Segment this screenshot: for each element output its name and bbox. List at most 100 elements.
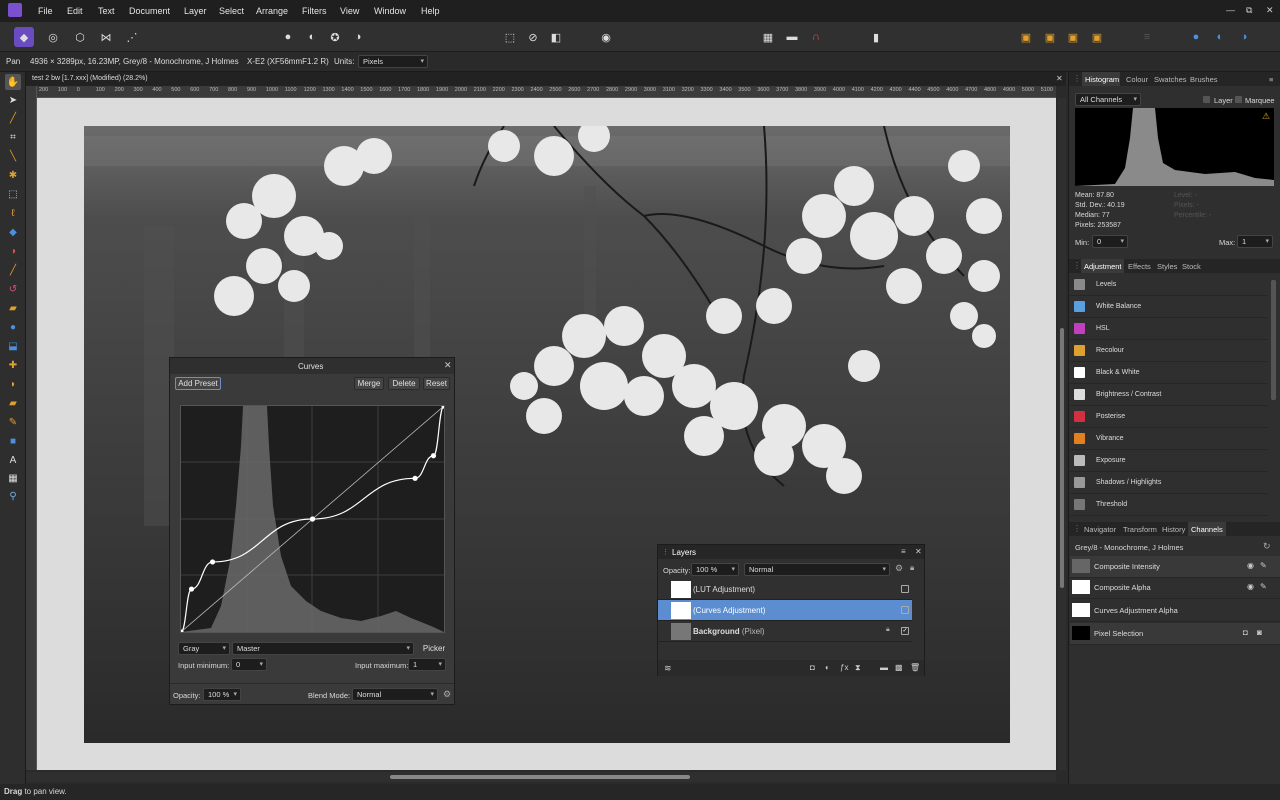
tab-history[interactable]: History <box>1162 525 1185 534</box>
layer-stack-icon[interactable]: ≋ <box>664 663 672 674</box>
tab-transform[interactable]: Transform <box>1123 525 1157 534</box>
adjustment-item-vibrance[interactable]: Vibrance <box>1070 428 1268 450</box>
menu-document[interactable]: Document <box>129 6 170 16</box>
eye-icon[interactable]: ◉ <box>1247 561 1254 570</box>
blemish-tool-icon[interactable]: ◗ <box>5 376 21 392</box>
liquify-persona-icon[interactable]: ◎ <box>43 27 63 47</box>
curves-titlebar[interactable]: Curves ✕ <box>170 358 454 374</box>
healing-tool-icon[interactable]: ✚ <box>5 357 21 373</box>
snapping-magnet-icon[interactable]: ∩ <box>806 27 826 47</box>
deselect-icon[interactable]: ⊘ <box>523 27 543 47</box>
layer-checkbox[interactable] <box>1203 96 1210 103</box>
crop-tool-icon[interactable]: ⌗ <box>5 129 21 145</box>
menu-window[interactable]: Window <box>374 6 406 16</box>
edit-pencil-icon[interactable]: ✎ <box>1260 561 1267 570</box>
channel-type-select[interactable]: Gray <box>178 642 230 655</box>
channel-row-composite-alpha[interactable]: Composite Alpha ◉ ✎ <box>1070 577 1280 599</box>
tab-stock[interactable]: Stock <box>1182 262 1201 271</box>
close-document-button[interactable]: ✕ <box>1056 74 1063 83</box>
menu-arrange[interactable]: Arrange <box>256 6 288 16</box>
dodge-tool-icon[interactable]: ● <box>5 319 21 335</box>
channel-row-curves-alpha[interactable]: Curves Adjustment Alpha <box>1070 600 1280 622</box>
vertical-scroll-thumb[interactable] <box>1060 328 1064 588</box>
layers-titlebar[interactable]: ⋮ Layers ≡ ✕ <box>658 545 924 559</box>
adjustment-item-recolour[interactable]: Recolour <box>1070 340 1268 362</box>
layer-row-background[interactable]: Background (Pixel) 🔒︎ ✓ <box>658 621 912 642</box>
tab-colour[interactable]: Colour <box>1126 75 1148 84</box>
adjustment-item-white-balance[interactable]: White Balance <box>1070 296 1268 318</box>
picker-button[interactable]: Picker <box>419 642 449 655</box>
gradient-tool-icon[interactable]: ◑ <box>5 243 21 259</box>
paint-brush-tool-icon[interactable]: ╱ <box>5 110 21 126</box>
brush-tool-icon[interactable]: ╱ <box>5 262 21 278</box>
delete-button[interactable]: Delete <box>388 377 420 390</box>
flood-fill-tool-icon[interactable]: ◆ <box>5 224 21 240</box>
arrange-back-icon[interactable]: ▣ <box>1016 27 1036 47</box>
mesh-warp-tool-icon[interactable]: ▦ <box>5 470 21 486</box>
histogram-channel-select[interactable]: All Channels <box>1075 93 1141 106</box>
tab-brushes[interactable]: Brushes <box>1190 75 1218 84</box>
menu-view[interactable]: View <box>340 6 359 16</box>
adjustment-item-brightness-contrast[interactable]: Brightness / Contrast <box>1070 384 1268 406</box>
marquee-checkbox[interactable] <box>1235 96 1242 103</box>
input-max-field[interactable]: 1 <box>408 658 446 671</box>
menu-help[interactable]: Help <box>421 6 440 16</box>
erase-tool-icon[interactable]: ▰ <box>5 300 21 316</box>
menu-select[interactable]: Select <box>219 6 244 16</box>
tab-channels[interactable]: Channels <box>1191 525 1223 534</box>
blend-settings-gear-icon[interactable]: ⚙ <box>443 689 451 700</box>
adjustment-item-exposure[interactable]: Exposure <box>1070 450 1268 472</box>
curves-graph[interactable] <box>178 403 447 635</box>
layer-settings-gear-icon[interactable]: ⚙ <box>895 563 903 574</box>
drag-handle-icon[interactable]: ⋮ <box>1073 74 1081 83</box>
boolean-subtract-icon[interactable]: ◐ <box>1210 27 1230 47</box>
marquee-tool-icon[interactable]: ⬚ <box>5 186 21 202</box>
horizontal-scroll-thumb[interactable] <box>390 775 690 779</box>
layer-row-curves[interactable]: (Curves Adjustment) <box>658 600 912 621</box>
tab-navigator[interactable]: Navigator <box>1084 525 1116 534</box>
channel-row-pixel-selection[interactable]: Pixel Selection ◘ ◙ <box>1070 623 1280 645</box>
menu-layer[interactable]: Layer <box>184 6 207 16</box>
horizontal-scrollbar[interactable] <box>26 772 1056 782</box>
layers-blend-select[interactable]: Normal <box>744 563 890 576</box>
delete-layer-icon[interactable]: 🗑︎ <box>910 663 920 672</box>
eyedropper-mode-icon[interactable]: ▮ <box>866 27 886 47</box>
adjustment-item-shadows-highlights[interactable]: Shadows / Highlights <box>1070 472 1268 494</box>
document-tab[interactable]: test 2 bw [1.7.xxx] (Modified) (28.2%) ✕ <box>26 72 1066 86</box>
text-tool-icon[interactable]: A <box>5 452 21 468</box>
curve-control-point[interactable] <box>209 559 216 565</box>
invert-selection-icon[interactable]: ◧ <box>546 27 566 47</box>
units-select[interactable]: Pixels <box>358 55 428 68</box>
red-eye-tool-icon[interactable]: ▰ <box>5 395 21 411</box>
tone-mapping-persona-icon[interactable]: ⋈ <box>96 27 116 47</box>
vertical-scrollbar[interactable] <box>1058 98 1066 770</box>
curve-control-point[interactable] <box>309 516 316 522</box>
layer-visibility-checkbox[interactable]: ✓ <box>901 627 909 635</box>
mask-icon[interactable]: ◘ <box>1243 628 1248 637</box>
max-field[interactable]: 1 <box>1237 235 1273 248</box>
tab-histogram[interactable]: Histogram <box>1085 75 1119 84</box>
tab-adjustment[interactable]: Adjustment <box>1084 262 1122 271</box>
channel-select[interactable]: Master <box>232 642 414 655</box>
photo-persona-icon[interactable]: ◆ <box>14 27 34 47</box>
auto-white-balance-icon[interactable]: ◑ <box>348 27 368 47</box>
tab-effects[interactable]: Effects <box>1128 262 1151 271</box>
adjustment-layer-icon[interactable]: ◐ <box>825 663 830 672</box>
curves-close-button[interactable]: ✕ <box>444 360 452 371</box>
tab-swatches[interactable]: Swatches <box>1154 75 1187 84</box>
panel-menu-icon[interactable]: ≡ <box>1269 75 1273 84</box>
blend-mode-select[interactable]: Normal <box>352 688 438 701</box>
align-icon[interactable]: ≡ <box>1137 27 1157 47</box>
auto-colors-icon[interactable]: ✪ <box>325 27 345 47</box>
arrange-forward-icon[interactable]: ▣ <box>1063 27 1083 47</box>
auto-levels-icon[interactable]: ● <box>278 27 298 47</box>
curve-control-point[interactable] <box>412 475 418 481</box>
curves-opacity-field[interactable]: 100 % <box>203 688 241 701</box>
boolean-add-icon[interactable]: ● <box>1186 27 1206 47</box>
snapping-grid-icon[interactable]: ▦ <box>758 27 778 47</box>
adjustment-scrollbar[interactable] <box>1271 280 1276 400</box>
rectangle-tool-icon[interactable]: ■ <box>5 433 21 449</box>
group-layers-icon[interactable]: ▬ <box>880 663 888 672</box>
layer-visibility-checkbox[interactable] <box>901 606 909 614</box>
selection-mode-icon[interactable]: ⬚ <box>500 27 520 47</box>
